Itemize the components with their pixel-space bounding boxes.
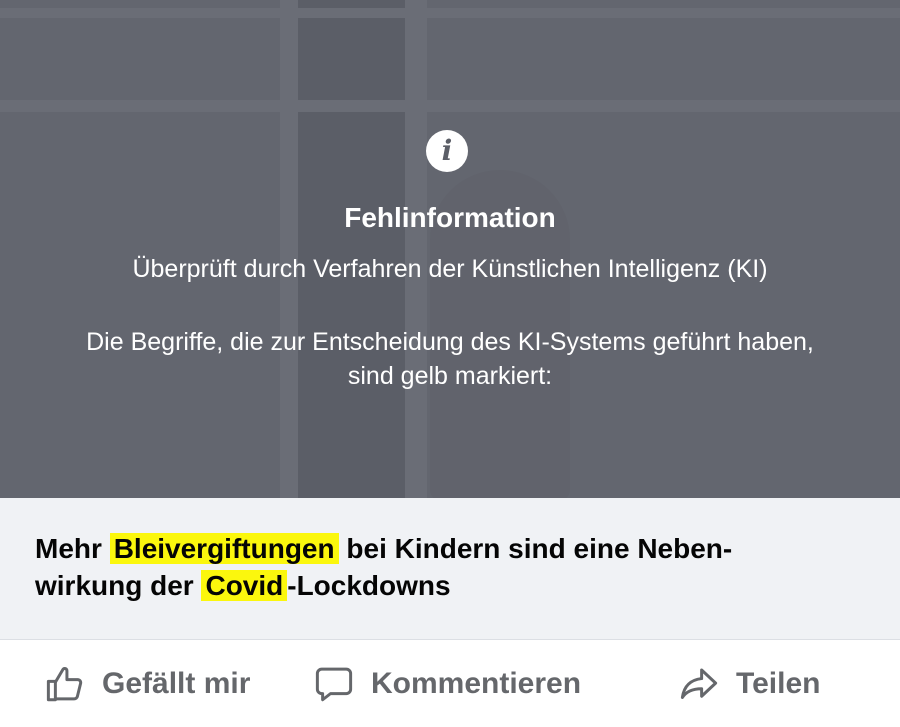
- action-bar: Gefällt mir Kommentieren Teilen: [0, 641, 900, 727]
- share-button[interactable]: Teilen: [678, 661, 820, 707]
- post-headline[interactable]: Mehr Bleivergiftungen bei Kindern sind e…: [35, 530, 855, 604]
- background-window: [0, 0, 290, 498]
- info-icon: i: [426, 130, 468, 172]
- background-bar: [405, 0, 427, 498]
- overlay-explanation: Die Begriffe, die zur Entscheidung des K…: [20, 325, 880, 393]
- headline-text: wirkung der: [35, 570, 202, 601]
- highlighted-term: Bleivergiftungen: [109, 533, 339, 564]
- thumbs-up-icon: [46, 667, 83, 702]
- explanation-line: sind gelb markiert:: [347, 362, 553, 390]
- misinformation-overlay: i Fehlinformation Überprüft durch Verfah…: [0, 0, 900, 498]
- highlighted-term: Covid: [201, 570, 288, 601]
- share-label: Teilen: [736, 667, 821, 700]
- overlay-title: Fehlinformation: [344, 202, 556, 233]
- headline-text: bei Kindern sind eine Neben-: [338, 533, 733, 564]
- overlay-subtitle: Überprüft durch Verfahren der Künstliche…: [132, 255, 768, 283]
- comment-icon: [315, 667, 353, 702]
- headline-text: Mehr: [35, 533, 110, 564]
- share-icon: [680, 668, 718, 699]
- comment-button[interactable]: Kommentieren: [313, 661, 581, 707]
- background-bar: [0, 8, 900, 18]
- explanation-line: Die Begriffe, die zur Entscheidung des K…: [86, 328, 814, 356]
- comment-label: Kommentieren: [371, 667, 582, 700]
- headline-text: -Lockdowns: [287, 570, 451, 601]
- like-label: Gefällt mir: [102, 667, 251, 700]
- like-button[interactable]: Gefällt mir: [44, 661, 250, 707]
- background-bar: [0, 100, 900, 112]
- background-bar: [280, 0, 298, 498]
